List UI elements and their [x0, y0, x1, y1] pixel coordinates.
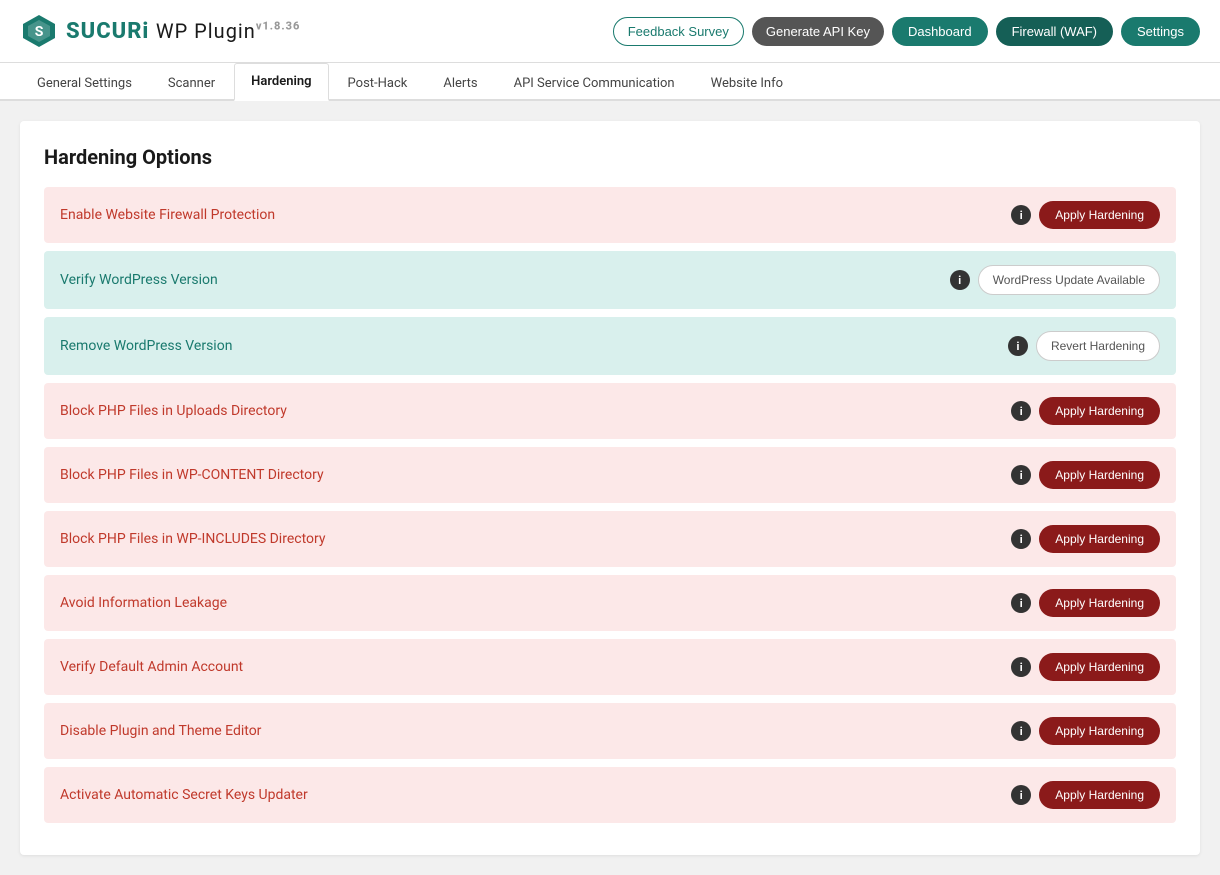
info-icon-block-php-uploads[interactable]: i [1011, 401, 1031, 421]
info-icon-remove-wp-version[interactable]: i [1008, 336, 1028, 356]
info-icon-block-php-wp-content[interactable]: i [1011, 465, 1031, 485]
header: S SUCURi WP Pluginv1.8.36 Feedback Surve… [0, 0, 1220, 63]
row-label-avoid-info-leakage: Avoid Information Leakage [60, 595, 227, 611]
page-title: Hardening Options [44, 145, 1176, 169]
info-icon-activate-secret-keys[interactable]: i [1011, 785, 1031, 805]
row-actions-disable-plugin-editor: i Apply Hardening [1011, 717, 1160, 745]
logo-product: WP Plugin [156, 19, 256, 43]
wp-update-button[interactable]: WordPress Update Available [978, 265, 1160, 295]
header-buttons: Feedback Survey Generate API Key Dashboa… [613, 17, 1200, 46]
version-label: v1.8.36 [256, 19, 301, 32]
revert-hardening-button[interactable]: Revert Hardening [1036, 331, 1160, 361]
row-block-php-wp-includes: Block PHP Files in WP-INCLUDES Directory… [44, 511, 1176, 567]
row-label-block-php-wp-content: Block PHP Files in WP-CONTENT Directory [60, 467, 324, 483]
info-icon-enable-firewall[interactable]: i [1011, 205, 1031, 225]
row-block-php-wp-content: Block PHP Files in WP-CONTENT Directory … [44, 447, 1176, 503]
row-actions-avoid-info-leakage: i Apply Hardening [1011, 589, 1160, 617]
row-label-disable-plugin-editor: Disable Plugin and Theme Editor [60, 723, 261, 739]
row-actions-remove-wp-version: i Revert Hardening [1008, 331, 1160, 361]
apply-hardening-avoid-info-leakage[interactable]: Apply Hardening [1039, 589, 1160, 617]
apply-hardening-activate-secret-keys[interactable]: Apply Hardening [1039, 781, 1160, 809]
row-actions-block-php-wp-content: i Apply Hardening [1011, 461, 1160, 489]
row-label-enable-firewall: Enable Website Firewall Protection [60, 207, 275, 223]
main-content: Hardening Options Enable Website Firewal… [0, 101, 1220, 875]
row-disable-plugin-editor: Disable Plugin and Theme Editor i Apply … [44, 703, 1176, 759]
row-actions-block-php-wp-includes: i Apply Hardening [1011, 525, 1160, 553]
tab-alerts[interactable]: Alerts [426, 65, 494, 101]
apply-hardening-block-php-uploads[interactable]: Apply Hardening [1039, 397, 1160, 425]
apply-hardening-enable-firewall[interactable]: Apply Hardening [1039, 201, 1160, 229]
row-activate-secret-keys: Activate Automatic Secret Keys Updater i… [44, 767, 1176, 823]
apply-hardening-block-php-wp-content[interactable]: Apply Hardening [1039, 461, 1160, 489]
row-block-php-uploads: Block PHP Files in Uploads Directory i A… [44, 383, 1176, 439]
apply-hardening-verify-admin-account[interactable]: Apply Hardening [1039, 653, 1160, 681]
svg-text:S: S [35, 24, 44, 40]
tab-post-hack[interactable]: Post-Hack [331, 65, 425, 101]
tabs-bar: General Settings Scanner Hardening Post-… [0, 63, 1220, 101]
logo-area: S SUCURi WP Pluginv1.8.36 [20, 12, 300, 50]
row-verify-wp-version: Verify WordPress Version i WordPress Upd… [44, 251, 1176, 309]
logo-text: SUCURi WP Pluginv1.8.36 [66, 19, 300, 44]
row-enable-firewall: Enable Website Firewall Protection i App… [44, 187, 1176, 243]
tab-general-settings[interactable]: General Settings [20, 65, 149, 101]
row-actions-verify-admin-account: i Apply Hardening [1011, 653, 1160, 681]
row-label-verify-wp-version: Verify WordPress Version [60, 272, 218, 288]
row-actions-enable-firewall: i Apply Hardening [1011, 201, 1160, 229]
row-label-remove-wp-version: Remove WordPress Version [60, 338, 232, 354]
firewall-waf-button[interactable]: Firewall (WAF) [996, 17, 1113, 46]
row-avoid-info-leakage: Avoid Information Leakage i Apply Harden… [44, 575, 1176, 631]
row-label-activate-secret-keys: Activate Automatic Secret Keys Updater [60, 787, 308, 803]
tab-website-info[interactable]: Website Info [694, 65, 800, 101]
row-label-block-php-wp-includes: Block PHP Files in WP-INCLUDES Directory [60, 531, 326, 547]
apply-hardening-block-php-wp-includes[interactable]: Apply Hardening [1039, 525, 1160, 553]
row-label-verify-admin-account: Verify Default Admin Account [60, 659, 243, 675]
hardening-card: Hardening Options Enable Website Firewal… [20, 121, 1200, 855]
row-label-block-php-uploads: Block PHP Files in Uploads Directory [60, 403, 287, 419]
logo-brand: SUCURi [66, 19, 149, 44]
tab-api-service[interactable]: API Service Communication [497, 65, 692, 101]
dashboard-button[interactable]: Dashboard [892, 17, 988, 46]
row-remove-wp-version: Remove WordPress Version i Revert Harden… [44, 317, 1176, 375]
generate-api-key-button[interactable]: Generate API Key [752, 17, 884, 46]
row-actions-verify-wp-version: i WordPress Update Available [950, 265, 1160, 295]
tab-scanner[interactable]: Scanner [151, 65, 232, 101]
info-icon-verify-admin-account[interactable]: i [1011, 657, 1031, 677]
apply-hardening-disable-plugin-editor[interactable]: Apply Hardening [1039, 717, 1160, 745]
row-verify-admin-account: Verify Default Admin Account i Apply Har… [44, 639, 1176, 695]
tab-hardening[interactable]: Hardening [234, 63, 328, 101]
row-actions-block-php-uploads: i Apply Hardening [1011, 397, 1160, 425]
sucuri-logo-icon: S [20, 12, 58, 50]
feedback-survey-button[interactable]: Feedback Survey [613, 17, 744, 46]
info-icon-verify-wp-version[interactable]: i [950, 270, 970, 290]
info-icon-block-php-wp-includes[interactable]: i [1011, 529, 1031, 549]
settings-button[interactable]: Settings [1121, 17, 1200, 46]
row-actions-activate-secret-keys: i Apply Hardening [1011, 781, 1160, 809]
info-icon-avoid-info-leakage[interactable]: i [1011, 593, 1031, 613]
info-icon-disable-plugin-editor[interactable]: i [1011, 721, 1031, 741]
